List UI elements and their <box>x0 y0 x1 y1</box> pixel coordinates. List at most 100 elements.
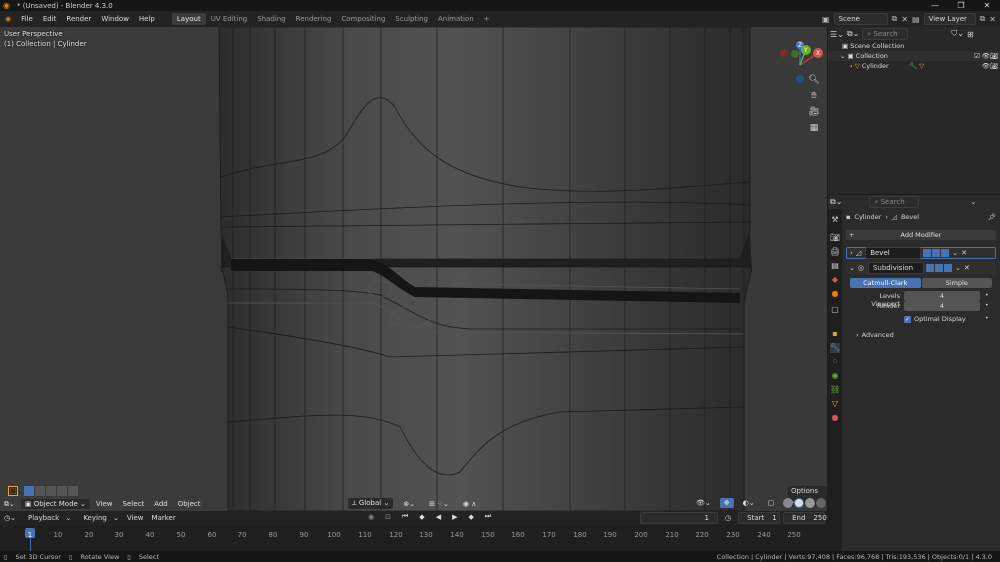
optimal-display-row[interactable]: ✓ Optimal Display <box>904 315 966 323</box>
menu-view[interactable]: View <box>92 499 117 509</box>
modifier-menu-icon[interactable]: ⌄ <box>952 249 958 257</box>
filter-icon[interactable]: ⛉⌄ <box>951 29 964 39</box>
expand-arrow-icon[interactable]: › <box>856 331 859 339</box>
properties-editor-type-icon[interactable]: ⧉⌄ <box>830 197 842 207</box>
modifier-tab-icon[interactable]: 🔧︎ <box>830 343 840 353</box>
collapse-arrow-icon[interactable]: ⌄ <box>849 264 855 272</box>
pan-hand-icon[interactable]: ✋︎ <box>808 90 820 102</box>
keyframe-dot-icon[interactable]: • <box>985 315 989 322</box>
render-tab-icon[interactable]: 📷︎ <box>830 233 840 243</box>
gizmo-neg-x-axis[interactable] <box>780 49 788 57</box>
scene-tab-icon[interactable]: ◆ <box>830 275 840 285</box>
new-view-layer-icon[interactable]: ⧉ <box>980 14 986 24</box>
tool-tab-icon[interactable]: ⚒ <box>830 215 840 225</box>
end-frame-field[interactable]: End 250 <box>783 512 827 524</box>
blender-menu-icon[interactable]: ◉ <box>0 15 16 23</box>
play-icon[interactable]: ▶ <box>448 513 461 521</box>
auto-keying-icon[interactable]: ◉ <box>364 513 378 521</box>
data-tab-icon[interactable]: ▽ <box>830 399 840 409</box>
new-collection-icon[interactable]: ⊞ <box>967 30 974 39</box>
gizmo-neg-y-axis[interactable] <box>791 50 799 58</box>
select-new-icon[interactable] <box>24 486 34 496</box>
modifier-menu-icon[interactable]: ⌄ <box>955 264 961 272</box>
start-frame-field[interactable]: Start 1 <box>738 512 781 524</box>
modifier-name-field[interactable]: Bevel <box>865 247 922 259</box>
new-scene-icon[interactable]: ⧉ <box>892 14 898 24</box>
particles-tab-icon[interactable]: ⁘ <box>830 357 840 367</box>
menu-window[interactable]: Window <box>96 15 134 23</box>
menu-keying[interactable]: Keying ⌄ <box>75 514 123 522</box>
pin-icon[interactable]: 📌︎ <box>988 213 996 221</box>
scene-selector[interactable]: Scene <box>833 13 888 25</box>
minimize-button[interactable]: — <box>922 0 948 11</box>
collection-tab-icon[interactable]: ▢ <box>830 305 840 315</box>
editor-type-icon[interactable]: ⧉⌄ <box>0 499 19 510</box>
add-workspace-icon[interactable]: + <box>479 13 495 25</box>
exclude-checkbox[interactable]: ☑ <box>974 51 980 61</box>
delete-view-layer-icon[interactable]: ✕ <box>989 15 996 24</box>
expand-arrow-icon[interactable]: › <box>850 62 853 70</box>
viewport-toggle-icon[interactable] <box>934 264 943 272</box>
tab-rendering[interactable]: Rendering <box>291 13 337 25</box>
render-camera-icon[interactable]: 📷︎ <box>990 51 998 61</box>
edit-mode-toggle-icon[interactable] <box>925 264 934 272</box>
view-layer-selector[interactable]: View Layer <box>923 13 976 25</box>
current-frame-field[interactable]: 1 <box>640 512 718 524</box>
transform-orientation-dropdown[interactable]: ⟂ Global ⌄ <box>348 498 394 509</box>
add-modifier-button[interactable]: + Add Modifier <box>846 230 996 240</box>
modifier-name-field[interactable]: Subdivision <box>867 262 924 274</box>
modifier-wrench-icon[interactable]: 🔧︎ <box>909 62 917 70</box>
tab-uv-editing[interactable]: UV Editing <box>206 13 253 25</box>
select-tool-icon[interactable]: ⬚ <box>8 486 18 496</box>
jump-next-key-icon[interactable]: ◆ <box>464 513 477 521</box>
material-tab-icon[interactable]: ● <box>830 413 840 423</box>
snap-icon[interactable]: ⊞ ⁘⌄ <box>425 499 453 509</box>
wireframe-shading-icon[interactable] <box>783 498 794 508</box>
pivot-point-icon[interactable]: ⊗⌄ <box>399 499 419 509</box>
output-tab-icon[interactable]: 🖨︎ <box>830 247 840 257</box>
menu-add[interactable]: Add <box>150 499 172 509</box>
menu-marker[interactable]: Marker <box>148 514 180 522</box>
tab-shading[interactable]: Shading <box>252 13 290 25</box>
advanced-section[interactable]: › Advanced <box>856 331 894 339</box>
jump-start-icon[interactable]: ⏮ <box>398 512 412 521</box>
render-toggle-icon[interactable] <box>943 264 952 272</box>
levels-viewport-field[interactable]: 4 <box>904 291 980 301</box>
outliner-row-cylinder[interactable]: › ▽ Cylinder 🔧︎ ▽ 👁︎ 📷︎ <box>828 61 1000 71</box>
preview-range-icon[interactable]: ◷ <box>721 514 735 522</box>
outliner-row-collection[interactable]: ⌄ ▣ Collection ☑ 👁︎ 📷︎ <box>828 51 1000 61</box>
jump-end-icon[interactable]: ⏭ <box>481 512 495 521</box>
mesh-data-icon[interactable]: ▽ <box>919 62 924 70</box>
modifier-row-subdivision[interactable]: ⌄ ◎ Subdivision ⌄ ✕ <box>846 262 996 274</box>
physics-tab-icon[interactable]: ◉ <box>830 371 840 381</box>
ortho-grid-icon[interactable]: ▦ <box>808 122 820 134</box>
close-window-button[interactable]: ✕ <box>974 0 1000 11</box>
3d-viewport[interactable]: User Perspective (1) Collection | Cylind… <box>0 27 827 511</box>
menu-render[interactable]: Render <box>61 15 96 23</box>
rendered-shading-icon[interactable] <box>816 498 827 508</box>
menu-edit[interactable]: Edit <box>38 15 62 23</box>
timeline-editor-type-icon[interactable]: ◷⌄ <box>0 514 20 522</box>
outliner-row-scene-collection[interactable]: ▣ Scene Collection <box>828 41 1000 51</box>
select-subtract-icon[interactable] <box>46 486 56 496</box>
delete-scene-icon[interactable]: ✕ <box>901 15 908 24</box>
tab-compositing[interactable]: Compositing <box>336 13 390 25</box>
xray-icon[interactable]: ▢ <box>764 498 779 508</box>
solid-shading-icon[interactable] <box>794 498 805 508</box>
modifier-row-bevel[interactable]: › ◿ Bevel ⌄ ✕ <box>846 247 996 259</box>
menu-help[interactable]: Help <box>134 15 160 23</box>
play-reverse-icon[interactable]: ◀ <box>432 513 445 521</box>
catmull-clark-button[interactable]: Catmull-Clark <box>850 278 921 288</box>
remove-modifier-icon[interactable]: ✕ <box>964 264 970 272</box>
expand-arrow-icon[interactable]: › <box>850 249 853 257</box>
keying-set-icon[interactable]: ⊡ <box>381 513 395 521</box>
select-intersect-icon[interactable] <box>68 486 78 496</box>
jump-prev-key-icon[interactable]: ◆ <box>415 513 428 521</box>
view-layer-tab-icon[interactable]: ▤ <box>830 261 840 271</box>
render-camera-icon[interactable]: 📷︎ <box>990 61 998 71</box>
select-invert-icon[interactable] <box>57 486 67 496</box>
overlay-icon[interactable]: ◐⌄ <box>739 498 759 508</box>
proportional-edit-icon[interactable]: ◉ ∧ <box>459 499 480 509</box>
object-mode-dropdown[interactable]: ▣ Object Mode ⌄ <box>20 499 90 509</box>
menu-playback[interactable]: Playback ⌄ <box>20 514 75 522</box>
